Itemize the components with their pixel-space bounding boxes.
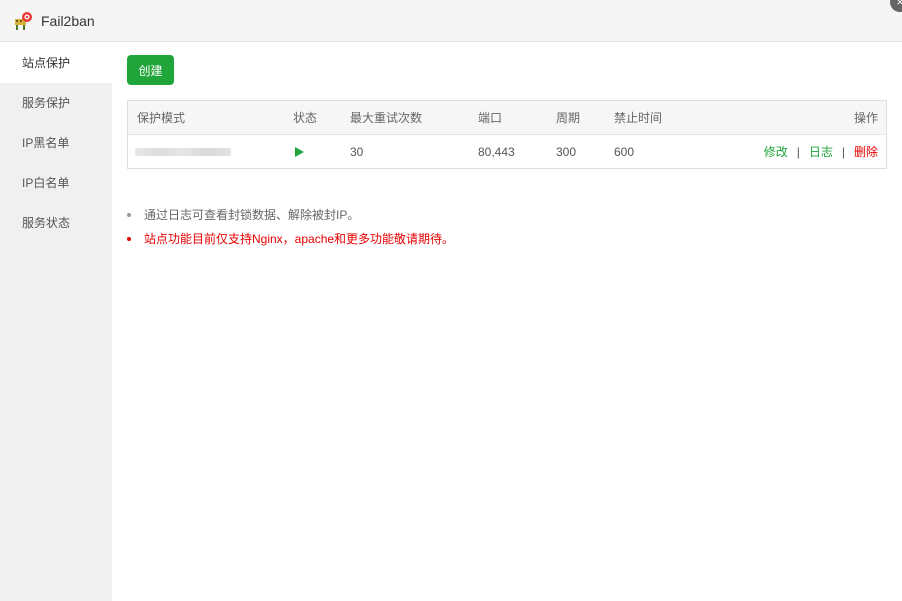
window-title: Fail2ban [41,12,95,29]
mode-cell-redacted [135,135,231,168]
table-header: 保护模式 状态 最大重试次数 端口 周期 禁止时间 操作 [128,101,886,135]
max-retry-cell: 30 [350,144,364,159]
tip-log: 通过日志可查看封锁数据、解除被封IP。 [127,203,827,227]
tips-list: 通过日志可查看封锁数据、解除被封IP。 站点功能目前仅支持Nginx，apach… [127,203,827,251]
play-icon[interactable] [295,146,304,157]
sidebar-item-ip-whitelist[interactable]: IP白名单 [0,163,112,203]
create-button[interactable]: 创建 [127,55,174,85]
header-max-retry: 最大重试次数 [350,111,423,125]
sidebar-item-service-status[interactable]: 服务状态 [0,203,112,243]
delete-link[interactable]: 删除 [854,143,878,160]
protection-table: 保护模式 状态 最大重试次数 端口 周期 禁止时间 操作 30 80,443 3… [127,100,887,169]
log-link[interactable]: 日志 [809,143,833,160]
redacted-text [135,147,231,156]
header-ban-time: 禁止时间 [614,111,663,125]
header-cycle: 周期 [556,111,581,125]
ban-time-cell: 600 [614,144,635,159]
tip-support-notice: 站点功能目前仅支持Nginx，apache和更多功能敬请期待。 [127,227,827,251]
header-ops: 操作 [853,111,878,125]
title-bar: Fail2ban × [0,0,902,42]
header-port: 端口 [478,111,503,125]
table-row: 30 80,443 300 600 修改 | 日志 | 删除 [128,135,886,168]
sidebar-item-service-protection[interactable]: 服务保护 [0,83,112,123]
ops-separator: | [841,144,845,159]
cycle-cell: 300 [556,144,577,159]
sidebar-item-ip-blacklist[interactable]: IP黑名单 [0,123,112,163]
edit-link[interactable]: 修改 [764,143,788,160]
ops-cell: 修改 | 日志 | 删除 [764,135,878,168]
sidebar: 站点保护 服务保护 IP黑名单 IP白名单 服务状态 [0,43,112,601]
header-status: 状态 [293,111,318,125]
main-panel: 创建 保护模式 状态 最大重试次数 端口 周期 禁止时间 操作 30 80,44… [112,43,902,601]
header-mode: 保护模式 [137,111,186,125]
sidebar-item-site-protection[interactable]: 站点保护 [0,43,112,83]
fail2ban-app-icon [13,11,33,31]
close-icon[interactable]: × [890,0,902,12]
status-cell [293,135,304,168]
ops-separator: | [796,144,800,159]
port-cell: 80,443 [478,144,515,159]
